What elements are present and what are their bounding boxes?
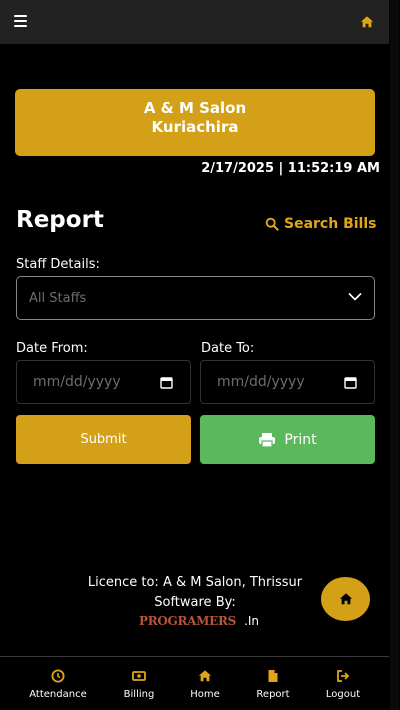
nav-home[interactable]: Home xyxy=(168,669,242,700)
chevron-down-icon xyxy=(348,292,362,301)
brand-logo: PROGRAMERS .In xyxy=(139,614,259,628)
print-button[interactable]: Print xyxy=(200,415,375,464)
nav-home-label: Home xyxy=(190,689,220,700)
hamburger-menu-icon[interactable] xyxy=(14,15,27,28)
home-icon xyxy=(339,593,352,605)
clock-icon xyxy=(51,669,65,683)
calendar-icon[interactable] xyxy=(160,376,173,389)
staff-select-value: All Staffs xyxy=(29,291,87,306)
submit-label: Submit xyxy=(80,432,127,447)
staff-select[interactable]: All Staffs xyxy=(16,276,375,320)
file-icon xyxy=(268,670,278,682)
top-bar xyxy=(0,0,389,44)
submit-button[interactable]: Submit xyxy=(16,415,191,464)
search-bills-link[interactable]: Search Bills xyxy=(265,216,376,232)
nav-attendance[interactable]: Attendance xyxy=(21,669,95,700)
brand-ext: .In xyxy=(244,614,260,628)
nav-billing[interactable]: Billing xyxy=(102,669,176,700)
date-to-placeholder: mm/dd/yyyy xyxy=(217,374,305,390)
brand-logo-text: PROGRAMERS xyxy=(139,614,237,628)
nav-logout[interactable]: Logout xyxy=(306,669,380,700)
bottom-nav: Attendance Billing Home Report Logout xyxy=(0,656,389,710)
date-to-label: Date To: xyxy=(201,341,255,356)
nav-attendance-label: Attendance xyxy=(29,689,87,700)
staff-details-label: Staff Details: xyxy=(16,257,100,272)
nav-billing-label: Billing xyxy=(123,689,155,700)
salon-name: A & M Salon xyxy=(143,99,247,117)
scrollbar[interactable] xyxy=(389,0,400,710)
home-icon xyxy=(198,670,212,682)
nav-report[interactable]: Report xyxy=(236,669,310,700)
nav-report-label: Report xyxy=(256,689,290,700)
date-to-input[interactable]: mm/dd/yyyy xyxy=(200,360,375,404)
print-label: Print xyxy=(284,431,317,448)
printer-icon xyxy=(259,432,276,448)
current-datetime: 2/17/2025 | 11:52:19 AM xyxy=(201,161,380,176)
date-from-label: Date From: xyxy=(16,341,88,356)
home-icon[interactable] xyxy=(360,15,374,29)
page-title: Report xyxy=(16,207,104,233)
money-bill-icon xyxy=(132,671,146,681)
search-bills-label: Search Bills xyxy=(284,216,377,232)
home-fab-button[interactable] xyxy=(321,577,370,621)
sign-out-icon xyxy=(337,670,350,682)
search-icon xyxy=(265,217,279,231)
salon-branch: Kuriachira xyxy=(151,118,239,136)
calendar-icon[interactable] xyxy=(344,376,357,389)
salon-card: A & M Salon Kuriachira xyxy=(15,89,375,156)
date-from-placeholder: mm/dd/yyyy xyxy=(33,374,121,390)
date-from-input[interactable]: mm/dd/yyyy xyxy=(16,360,191,404)
nav-logout-label: Logout xyxy=(325,689,361,700)
